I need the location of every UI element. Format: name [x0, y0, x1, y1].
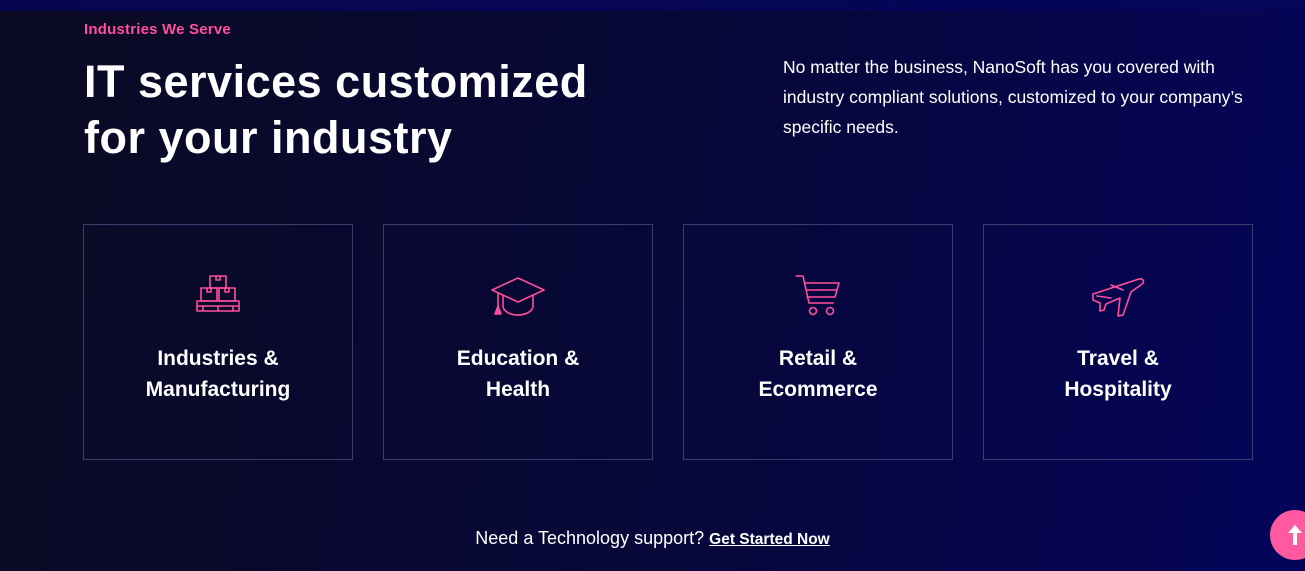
graduation-cap-icon [489, 273, 547, 319]
section-headline: IT services customized for your industry [84, 56, 588, 163]
header-strip [0, 0, 1305, 11]
industry-card-education[interactable]: Education & Health [383, 224, 653, 460]
section-intro: No matter the business, NanoSoft has you… [783, 57, 1243, 137]
card-title: Travel & Hospitality [1064, 347, 1172, 401]
card-title: Industries & Manufacturing [145, 347, 291, 401]
get-started-link[interactable]: Get Started Now [709, 531, 830, 548]
industry-card-manufacturing[interactable]: Industries & Manufacturing [83, 224, 353, 460]
industry-cards: Industries & Manufacturing Education & H… [83, 224, 1253, 460]
scroll-to-top-button[interactable] [1270, 510, 1305, 560]
airplane-icon [1089, 273, 1147, 319]
cta-text: Need a Technology support? [475, 528, 705, 548]
industry-card-retail[interactable]: Retail & Ecommerce [683, 224, 953, 460]
arrow-up-icon [1288, 525, 1302, 545]
card-title: Education & Health [456, 347, 580, 401]
industry-card-travel[interactable]: Travel & Hospitality [983, 224, 1253, 460]
boxes-pallet-icon [189, 273, 247, 319]
shopping-cart-icon [789, 273, 847, 319]
card-title: Retail & Ecommerce [758, 347, 878, 401]
section-eyebrow: Industries We Serve [84, 21, 231, 38]
cta-line: Need a Technology support? Get Started N… [0, 528, 1305, 549]
